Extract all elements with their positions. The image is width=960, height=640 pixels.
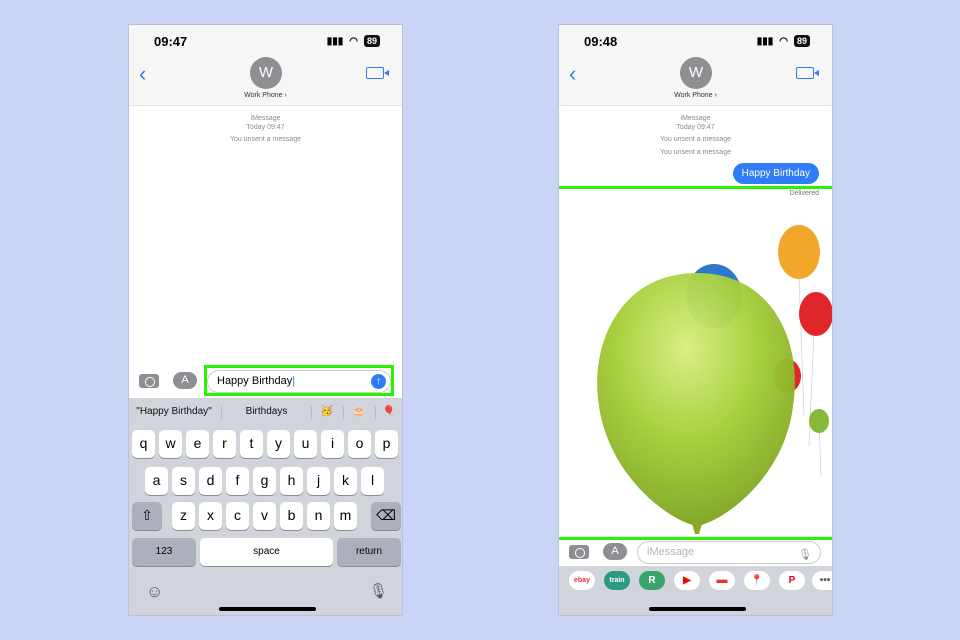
key-w[interactable]: w [159,430,182,458]
clock: 09:47 [154,34,188,49]
key-b[interactable]: b [280,502,303,530]
status-bar: 09:48 ▮▮▮ ◠ 89 [559,25,832,61]
contact-name[interactable]: Work Phone › [129,92,402,99]
phone-left: 09:47 ▮▮▮ ◠ 89 ‹ W Work Phone › iMessage T… [128,24,403,616]
wifi-icon: ◠ [349,35,358,47]
signal-icon: ▮▮▮ [756,35,774,47]
unsent-notice: You unsent a message [230,136,301,143]
key-y[interactable]: y [267,430,290,458]
key-x[interactable]: x [199,502,222,530]
key-v[interactable]: v [253,502,276,530]
key-c[interactable]: c [226,502,249,530]
space-key[interactable]: space [200,538,333,566]
home-indicator [649,607,746,611]
key-e[interactable]: e [186,430,209,458]
trainline-app-icon[interactable]: ▬ [709,571,735,590]
key-j[interactable]: j [307,467,330,495]
camera-icon[interactable] [569,545,589,559]
train-app-icon[interactable]: train [604,571,630,590]
delete-key[interactable]: ⌫ [371,502,401,530]
key-n[interactable]: n [307,502,330,530]
suggestion-party-emoji[interactable]: 🥳 [312,398,342,426]
keyboard: "Happy Birthday" Birthdays 🥳 🎂 🎈 qwertyu… [129,398,402,615]
youtube-app-icon[interactable]: ▶ [674,571,700,590]
message-input[interactable]: iMessage 🎙 [637,541,821,564]
avatar[interactable]: W [250,57,282,89]
microphone-icon[interactable]: 🎙 [798,545,812,566]
key-d[interactable]: d [199,467,222,495]
key-q[interactable]: q [132,430,155,458]
clock: 09:48 [584,34,618,49]
timestamp: Today 09:47 [676,124,715,131]
key-g[interactable]: g [253,467,276,495]
signal-icon: ▮▮▮ [326,35,344,47]
key-t[interactable]: t [240,430,263,458]
key-k[interactable]: k [334,467,357,495]
key-i[interactable]: i [321,430,344,458]
key-p[interactable]: p [375,430,398,458]
app-store-icon[interactable]: A [173,372,197,389]
app-store-icon[interactable]: A [603,543,627,560]
suggestion-quoted[interactable]: "Happy Birthday" [129,398,219,426]
highlight-box [559,186,832,540]
back-chevron-icon[interactable]: ‹ [139,61,146,87]
rover-app-icon[interactable]: R [639,571,665,590]
sent-message-bubble[interactable]: Happy Birthday [732,163,819,184]
back-chevron-icon[interactable]: ‹ [569,61,576,87]
video-call-icon[interactable] [796,67,819,79]
key-f[interactable]: f [226,467,249,495]
google-maps-icon[interactable]: 📍 [744,571,770,590]
contact-name[interactable]: Work Phone › [559,92,832,99]
camera-icon[interactable] [139,374,159,388]
numbers-key[interactable]: 123 [132,538,196,566]
more-apps-icon[interactable]: ••• [812,571,832,590]
unsent-notice: You unsent a message [660,136,731,143]
highlight-box [204,365,394,396]
microphone-icon[interactable]: 🎙 [369,582,388,600]
avatar[interactable]: W [680,57,712,89]
ebay-app-icon[interactable]: ebay [569,571,595,590]
compose-row: A iMessage 🎙 [559,539,832,567]
return-key[interactable]: return [337,538,401,566]
key-u[interactable]: u [294,430,317,458]
delivered-status: Delivered [789,190,819,197]
service-label: iMessage [680,115,711,122]
phone-right: 09:48 ▮▮▮ ◠ 89 ‹ W Work Phone › iMessage T… [558,24,833,616]
key-m[interactable]: m [334,502,357,530]
suggestion-cake-emoji[interactable]: 🎂 [344,398,374,426]
service-label: iMessage [250,115,281,122]
home-indicator [219,607,316,611]
status-bar: 09:47 ▮▮▮ ◠ 89 [129,25,402,61]
suggestion-birthdays[interactable]: Birthdays [224,398,309,426]
key-l[interactable]: l [361,467,384,495]
timestamp: Today 09:47 [246,124,285,131]
key-a[interactable]: a [145,467,168,495]
conversation-header: ‹ W Work Phone › [129,57,402,106]
key-h[interactable]: h [280,467,303,495]
suggestion-balloon-emoji[interactable]: 🎈 [374,398,402,426]
battery-icon: 89 [793,35,810,47]
key-o[interactable]: o [348,430,371,458]
app-drawer: ebay train R ▶ ▬ 📍 P ••• [559,566,832,615]
placeholder-text: iMessage [647,546,695,558]
conversation-header: ‹ W Work Phone › [559,57,832,106]
key-s[interactable]: s [172,467,195,495]
emoji-icon[interactable]: ☺ [146,582,163,602]
key-r[interactable]: r [213,430,236,458]
unsent-notice: You unsent a message [660,149,731,156]
pinterest-app-icon[interactable]: P [779,571,805,590]
battery-icon: 89 [363,35,380,47]
shift-key[interactable]: ⇧ [132,502,162,530]
wifi-icon: ◠ [779,35,788,47]
video-call-icon[interactable] [366,67,389,79]
key-z[interactable]: z [172,502,195,530]
